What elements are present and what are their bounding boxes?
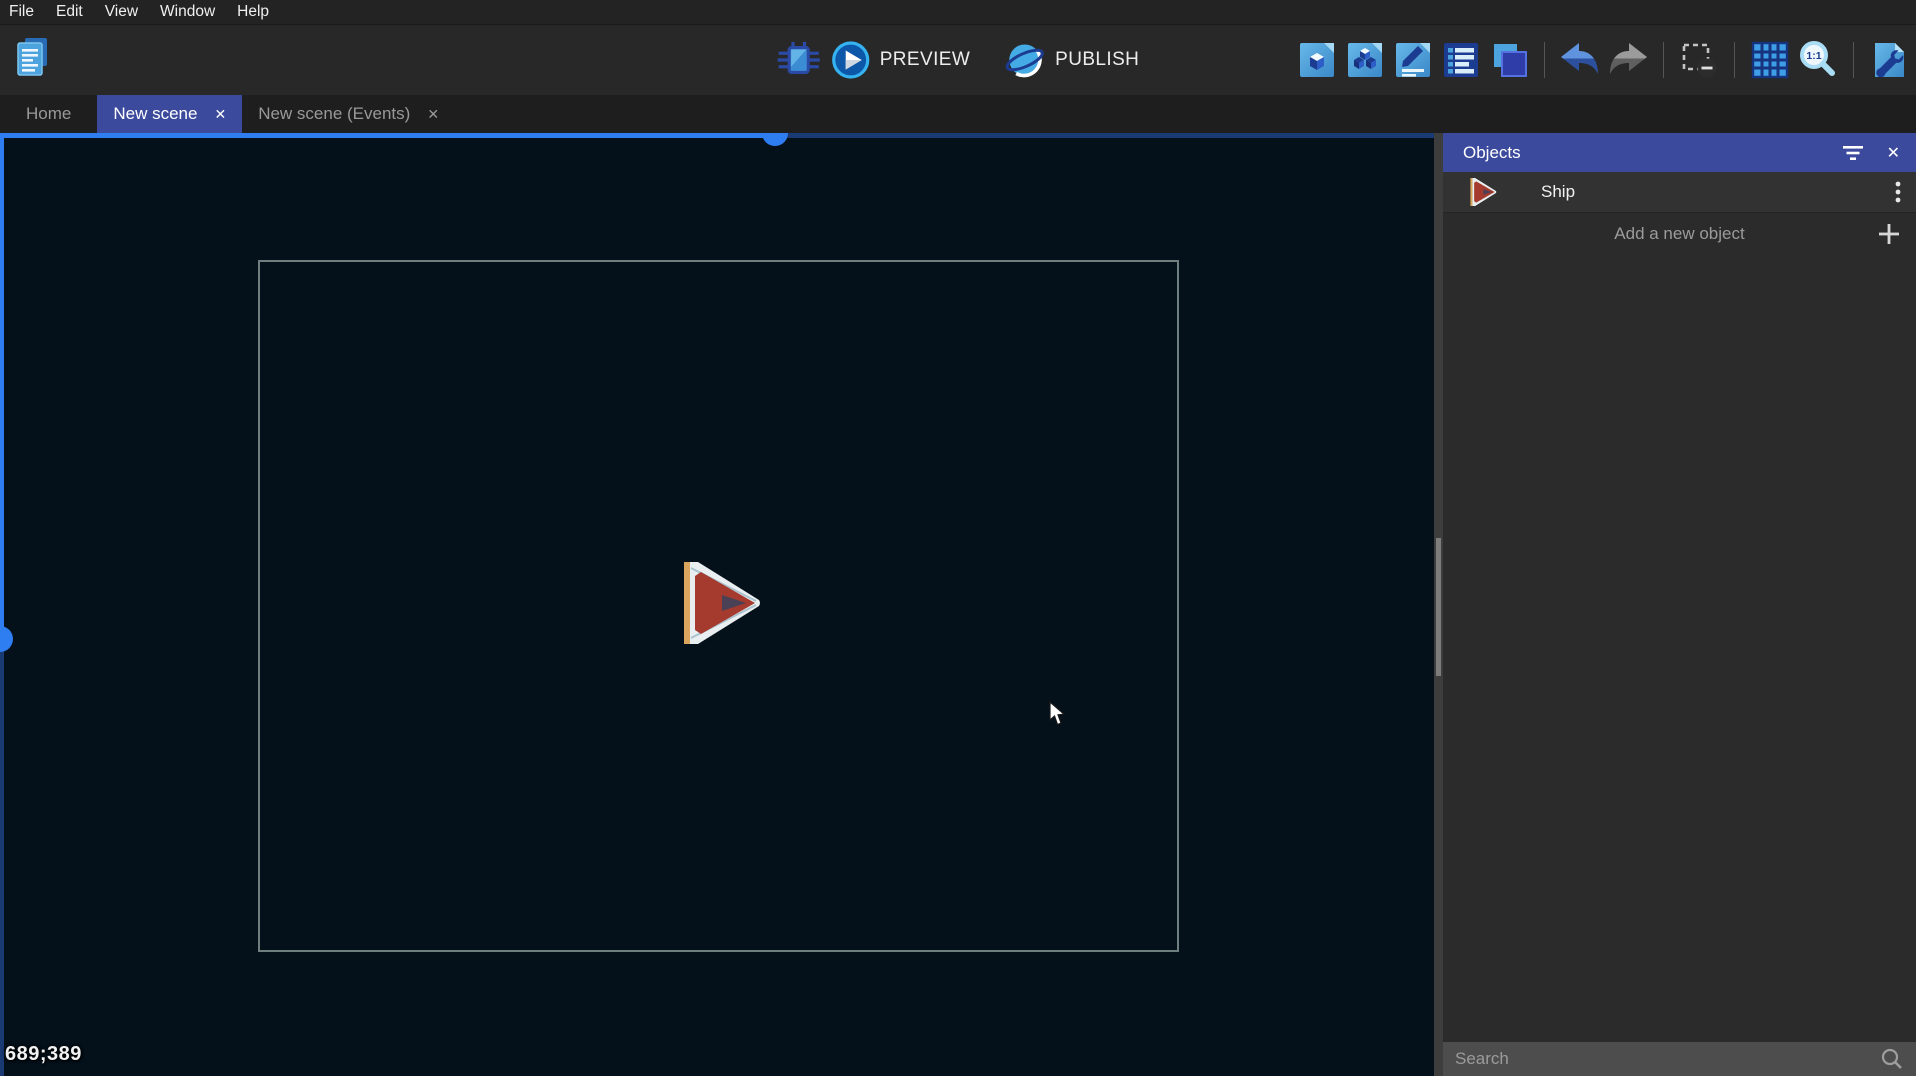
svg-text:1:1: 1:1 xyxy=(1806,50,1821,62)
toolbar-separator xyxy=(1663,42,1664,78)
objects-list-empty-area xyxy=(1443,254,1916,1042)
undo-icon[interactable] xyxy=(1558,38,1602,82)
toolbar-separator xyxy=(1734,42,1735,78)
tab-home[interactable]: Home xyxy=(0,95,97,133)
toolbar: PREVIEW PUBLISH xyxy=(0,24,1916,95)
ship-thumbnail-icon xyxy=(1467,177,1497,207)
menu-help[interactable]: Help xyxy=(237,3,269,21)
mouse-cursor-icon xyxy=(1049,701,1066,732)
menu-view[interactable]: View xyxy=(105,3,138,21)
tab-label: Home xyxy=(26,104,71,124)
preview-play-icon xyxy=(831,40,871,80)
object-search-bar xyxy=(1443,1042,1916,1076)
objects-panel-title: Objects xyxy=(1463,143,1819,163)
toolbar-separator xyxy=(1853,42,1854,78)
toolbar-center-group: PREVIEW PUBLISH xyxy=(777,25,1140,95)
main-area: 689;389 Objects ✕ xyxy=(0,133,1916,1076)
search-icon[interactable] xyxy=(1880,1047,1904,1071)
debug-icon[interactable] xyxy=(777,38,821,82)
close-icon[interactable]: ✕ xyxy=(1887,143,1900,163)
canvas-scrollbar-thumb[interactable] xyxy=(1436,538,1441,676)
editor-settings-icon[interactable] xyxy=(1867,38,1911,82)
preview-button[interactable]: PREVIEW xyxy=(831,40,970,80)
toggle-grid-icon[interactable] xyxy=(1748,38,1792,82)
object-name: Ship xyxy=(1541,182,1894,202)
more-options-icon[interactable] xyxy=(1894,180,1902,204)
object-groups-editor-icon[interactable] xyxy=(1343,38,1387,82)
add-new-object-label: Add a new object xyxy=(1614,224,1744,244)
objects-editor-icon[interactable] xyxy=(1295,38,1339,82)
top-pane-divider[interactable] xyxy=(0,133,775,138)
plus-icon xyxy=(1876,221,1902,252)
ship-instance[interactable] xyxy=(674,559,762,652)
tab-new-scene[interactable]: New scene ✕ xyxy=(97,95,242,133)
left-divider-handle-icon[interactable] xyxy=(0,626,13,652)
left-pane-divider[interactable] xyxy=(0,133,4,627)
layers-icon[interactable] xyxy=(1487,38,1531,82)
scene-canvas[interactable]: 689;389 xyxy=(0,133,1434,1076)
object-row-ship[interactable]: Ship xyxy=(1443,172,1916,213)
tab-label: New scene (Events) xyxy=(258,104,410,124)
scene-properties-icon[interactable] xyxy=(1391,38,1435,82)
add-new-object-button[interactable]: Add a new object xyxy=(1443,213,1916,254)
objects-panel-header: Objects ✕ xyxy=(1443,133,1916,172)
panel-divider[interactable] xyxy=(1434,133,1443,1076)
close-icon[interactable]: ✕ xyxy=(427,107,439,121)
left-pane-divider-inactive[interactable] xyxy=(0,627,4,1076)
menu-window[interactable]: Window xyxy=(160,3,215,21)
tab-bar: Home New scene ✕ New scene (Events) ✕ xyxy=(0,95,1916,133)
publish-globe-icon xyxy=(1004,39,1046,81)
zoom-1-1-icon[interactable]: 1:1 xyxy=(1796,38,1840,82)
close-icon[interactable]: ✕ xyxy=(214,107,226,121)
toolbar-right-group: 1:1 xyxy=(1295,25,1911,95)
toolbar-separator xyxy=(1544,42,1545,78)
top-pane-divider-inactive[interactable] xyxy=(775,133,1434,138)
publish-label: PUBLISH xyxy=(1055,49,1139,71)
project-manager-icon[interactable] xyxy=(11,37,55,81)
menu-bar: File Edit View Window Help xyxy=(0,0,1916,24)
menu-file[interactable]: File xyxy=(9,3,34,21)
preview-label: PREVIEW xyxy=(880,49,970,71)
cursor-coordinates: 689;389 xyxy=(5,1043,82,1066)
tab-new-scene-events[interactable]: New scene (Events) ✕ xyxy=(242,95,455,133)
publish-button[interactable]: PUBLISH xyxy=(1004,39,1139,81)
menu-edit[interactable]: Edit xyxy=(56,3,83,21)
tab-label: New scene xyxy=(113,104,197,124)
redo-icon[interactable] xyxy=(1606,38,1650,82)
deselect-instances-icon[interactable] xyxy=(1677,38,1721,82)
objects-panel: Objects ✕ Ship xyxy=(1443,133,1916,1076)
instances-list-icon[interactable] xyxy=(1439,38,1483,82)
object-search-input[interactable] xyxy=(1455,1049,1880,1069)
top-divider-handle-icon[interactable] xyxy=(762,133,788,146)
filter-icon[interactable] xyxy=(1841,144,1865,162)
